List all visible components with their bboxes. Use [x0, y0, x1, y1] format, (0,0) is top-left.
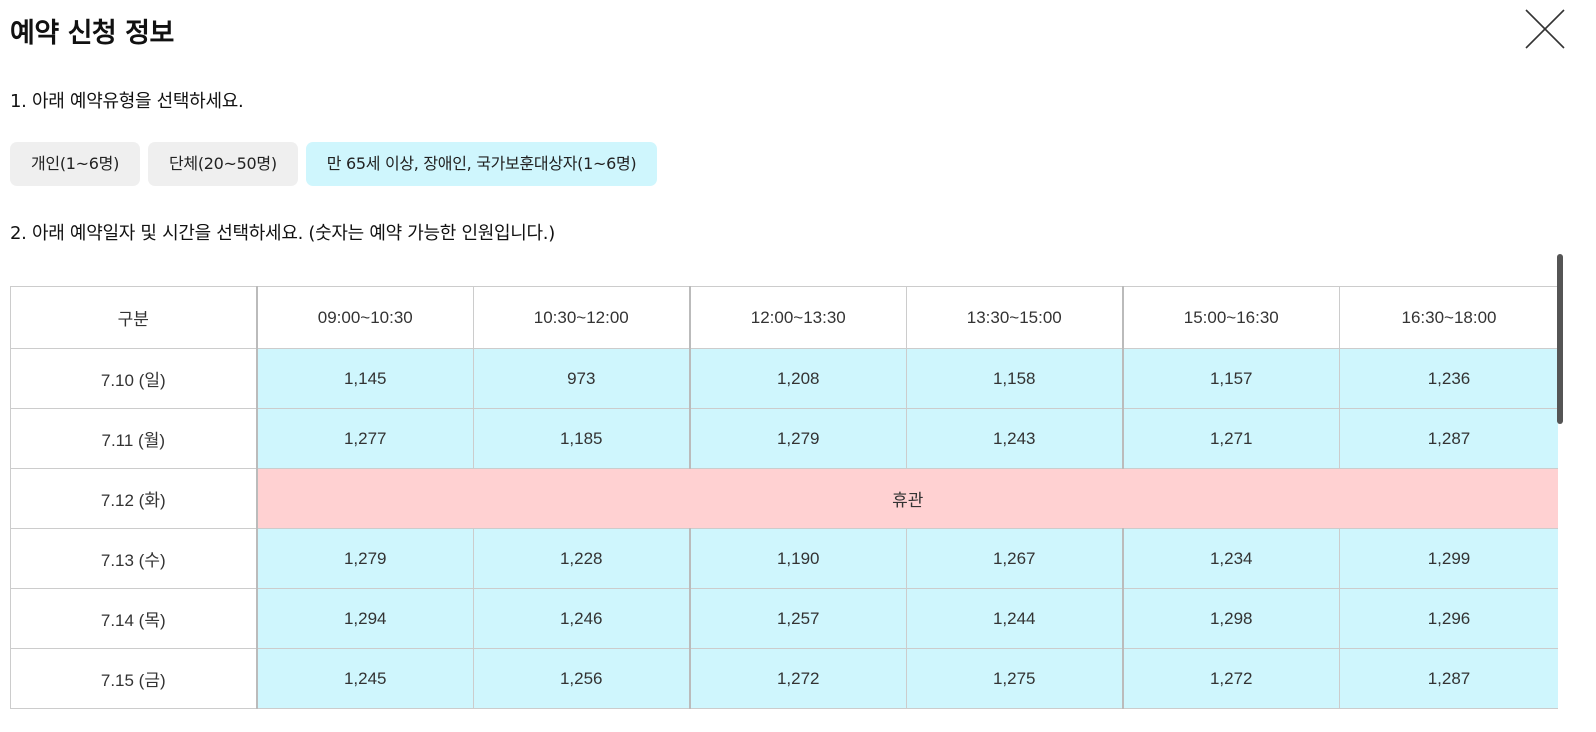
row-date: 7.13 (수): [10, 528, 257, 589]
table-header-row: 구분 09:00~10:30 10:30~12:00 12:00~13:30 1…: [10, 286, 1558, 349]
reservation-type-group: 개인(1~6명) 단체(20~50명) 만 65세 이상, 장애인, 국가보훈대…: [10, 142, 658, 186]
header-slot: 09:00~10:30: [255, 286, 474, 349]
slot-cell[interactable]: 1,294: [255, 588, 474, 649]
header-slot: 15:00~16:30: [1121, 286, 1340, 349]
slot-cell[interactable]: 1,228: [473, 528, 690, 589]
slot-cell[interactable]: 1,158: [906, 348, 1123, 409]
row-date: 7.11 (월): [10, 408, 257, 469]
slot-cell[interactable]: 1,256: [473, 648, 690, 709]
schedule-table: 구분 09:00~10:30 10:30~12:00 12:00~13:30 1…: [10, 286, 1558, 709]
vertical-scrollbar[interactable]: [1557, 254, 1563, 424]
slot-cell[interactable]: 1,243: [906, 408, 1123, 469]
table-row: 7.15 (금) 1,245 1,256 1,272 1,275 1,272 1…: [10, 648, 1558, 709]
row-date: 7.10 (일): [10, 348, 257, 409]
type-button-individual[interactable]: 개인(1~6명): [10, 142, 141, 186]
slot-cell[interactable]: 1,257: [688, 588, 907, 649]
table-row: 7.13 (수) 1,279 1,228 1,190 1,267 1,234 1…: [10, 528, 1558, 589]
row-date: 7.15 (금): [10, 648, 257, 709]
slot-cell[interactable]: 1,279: [688, 408, 907, 469]
slot-cell[interactable]: 973: [473, 348, 690, 409]
header-slot: 12:00~13:30: [688, 286, 907, 349]
slot-cell[interactable]: 1,267: [906, 528, 1123, 589]
row-date: 7.14 (목): [10, 588, 257, 649]
slot-cell[interactable]: 1,279: [255, 528, 474, 589]
slot-cell[interactable]: 1,298: [1121, 588, 1340, 649]
modal-title: 예약 신청 정보: [10, 18, 174, 49]
slot-cell[interactable]: 1,287: [1339, 408, 1558, 469]
table-row: 7.12 (화) 휴관: [10, 468, 1558, 529]
slot-cell[interactable]: 1,245: [255, 648, 474, 709]
slot-cell[interactable]: 1,236: [1339, 348, 1558, 409]
table-row: 7.14 (목) 1,294 1,246 1,257 1,244 1,298 1…: [10, 588, 1558, 649]
slot-cell[interactable]: 1,145: [255, 348, 474, 409]
row-date: 7.12 (화): [10, 468, 257, 529]
reservation-modal: 예약 신청 정보 1. 아래 예약유형을 선택하세요. 개인(1~6명) 단체(…: [0, 0, 1596, 732]
slot-cell[interactable]: 1,271: [1121, 408, 1340, 469]
slot-cell[interactable]: 1,208: [688, 348, 907, 409]
header-slot: 13:30~15:00: [906, 286, 1123, 349]
slot-cell[interactable]: 1,157: [1121, 348, 1340, 409]
slot-cell[interactable]: 1,287: [1339, 648, 1558, 709]
closed-cell: 휴관: [255, 468, 1558, 529]
type-button-group[interactable]: 단체(20~50명): [148, 142, 298, 186]
close-button[interactable]: [1524, 8, 1566, 50]
header-slot: 10:30~12:00: [473, 286, 690, 349]
slot-cell[interactable]: 1,190: [688, 528, 907, 589]
table-row: 7.10 (일) 1,145 973 1,208 1,158 1,157 1,2…: [10, 348, 1558, 409]
slot-cell[interactable]: 1,272: [1121, 648, 1340, 709]
slot-cell[interactable]: 1,246: [473, 588, 690, 649]
header-category: 구분: [10, 286, 257, 349]
slot-cell[interactable]: 1,185: [473, 408, 690, 469]
close-icon: [1525, 9, 1565, 49]
slot-cell[interactable]: 1,234: [1121, 528, 1340, 589]
type-button-senior-disabled-veteran[interactable]: 만 65세 이상, 장애인, 국가보훈대상자(1~6명): [305, 142, 658, 186]
slot-cell[interactable]: 1,244: [906, 588, 1123, 649]
table-row: 7.11 (월) 1,277 1,185 1,279 1,243 1,271 1…: [10, 408, 1558, 469]
slot-cell[interactable]: 1,277: [255, 408, 474, 469]
slot-cell[interactable]: 1,272: [688, 648, 907, 709]
slot-cell[interactable]: 1,275: [906, 648, 1123, 709]
schedule-table-container: 구분 09:00~10:30 10:30~12:00 12:00~13:30 1…: [10, 286, 1558, 732]
header-slot: 16:30~18:00: [1339, 286, 1558, 349]
step1-label: 1. 아래 예약유형을 선택하세요.: [10, 91, 244, 112]
slot-cell[interactable]: 1,296: [1339, 588, 1558, 649]
step2-label: 2. 아래 예약일자 및 시간을 선택하세요. (숫자는 예약 가능한 인원입니…: [10, 223, 555, 244]
slot-cell[interactable]: 1,299: [1339, 528, 1558, 589]
